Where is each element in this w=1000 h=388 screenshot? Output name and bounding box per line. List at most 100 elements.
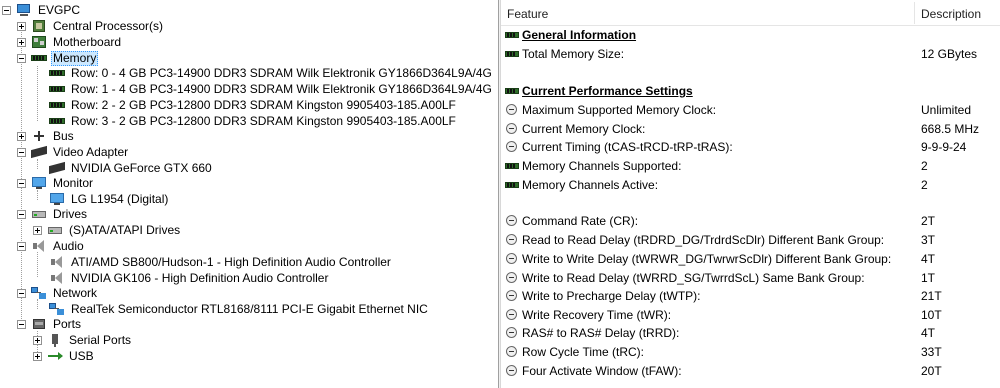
detail-row[interactable]: Four Activate Window (tFAW): 20T [501,362,1000,380]
tree-item-audio-ati[interactable]: ATI/AMD SB800/Hudson-1 - High Definition… [49,254,393,270]
tree-item-monitor[interactable]: Monitor [17,175,95,191]
feature-label: Memory Channels Supported: [522,159,682,173]
device-tree[interactable]: EVGPC Central Processor(s) Motherboard M… [0,0,498,388]
tree-item-drives[interactable]: Drives [17,206,89,222]
detail-row[interactable]: Total Memory Size: 12 GBytes [501,45,1000,63]
section-general-information[interactable]: General Information [501,26,1000,44]
expand-icon[interactable] [17,131,26,141]
tree-root[interactable]: EVGPC [2,2,82,18]
tree-item-label: Audio [53,239,84,253]
feature-value: 3T [921,233,936,247]
speaker-icon [49,271,65,285]
tree-item-ports[interactable]: Ports [17,316,83,332]
feature-value: Unlimited [921,103,972,117]
feature-label: Current Timing (tCAS-tRCD-tRP-tRAS): [522,140,733,154]
tree-item-label: NVIDIA GK106 - High Definition Audio Con… [71,271,329,285]
expand-icon[interactable] [33,335,42,345]
speaker-icon [31,239,47,253]
memory-icon [505,160,519,172]
feature-value: 2 [921,178,928,192]
collapse-icon[interactable] [17,288,26,298]
clock-icon [505,309,519,321]
clock-icon [505,290,519,302]
tree-item-label: LG L1954 (Digital) [71,192,169,206]
tree-item-bus[interactable]: Bus [17,128,76,144]
detail-row[interactable]: Write to Write Delay (tWRWR_DG/TwrwrScDl… [501,250,1000,268]
feature-value: 668.5 MHz [921,122,980,136]
network-adapter-icon [49,302,65,316]
tree-item-label: Central Processor(s) [53,19,164,33]
detail-row[interactable]: RAS# to RAS# Delay (tRRD): 4T [501,324,1000,342]
detail-row[interactable]: Maximum Supported Memory Clock: Unlimite… [501,101,1000,119]
column-divider[interactable] [914,2,915,24]
collapse-icon[interactable] [17,147,26,157]
tree-item-nic[interactable]: RealTek Semiconductor RTL8168/8111 PCI-E… [49,301,430,317]
tree-item-video-adapter[interactable]: Video Adapter [17,144,130,160]
tree-item-serial-ports[interactable]: Serial Ports [33,332,133,348]
clock-icon [505,253,519,265]
feature-label: Row Cycle Time (tRC): [522,345,645,359]
tree-item-memory-row-3[interactable]: Row: 3 - 2 GB PC3-12800 DDR3 SDRAM Kings… [49,113,458,129]
collapse-icon[interactable] [17,209,26,219]
tree-item-label: Row: 1 - 4 GB PC3-14900 DDR3 SDRAM Wilk … [71,82,492,96]
tree-item-memory-row-1[interactable]: Row: 1 - 4 GB PC3-14900 DDR3 SDRAM Wilk … [49,81,494,97]
feature-value: 9-9-9-24 [921,140,967,154]
tree-item-network[interactable]: Network [17,285,99,301]
tree-item-cpu[interactable]: Central Processor(s) [17,18,165,34]
tree-item-audio[interactable]: Audio [17,238,86,254]
memory-icon [31,51,47,65]
detail-row[interactable]: Memory Channels Active: 2 [501,176,1000,194]
tree-item-memory-row-0[interactable]: Row: 0 - 4 GB PC3-14900 DDR3 SDRAM Wilk … [49,65,494,81]
column-header-description[interactable]: Description [921,0,981,26]
expand-icon[interactable] [17,37,26,47]
clock-icon [505,327,519,339]
motherboard-icon [31,35,47,49]
feature-value: 20T [921,364,942,378]
tree-item-memory[interactable]: Memory [17,50,99,66]
detail-row[interactable]: Current Timing (tCAS-tRCD-tRP-tRAS): 9-9… [501,138,1000,156]
network-icon [31,286,47,300]
feature-value: 10T [921,308,942,322]
tree-item-memory-row-2[interactable]: Row: 2 - 2 GB PC3-12800 DDR3 SDRAM Kings… [49,97,458,113]
details-list[interactable]: Feature Description General Information … [501,0,1000,388]
expand-icon[interactable] [33,225,42,235]
collapse-icon[interactable] [17,53,26,63]
detail-row[interactable]: Current Memory Clock: 668.5 MHz [501,120,1000,138]
feature-label: Total Memory Size: [522,47,625,61]
tree-item-audio-nvidia[interactable]: NVIDIA GK106 - High Definition Audio Con… [49,270,330,286]
detail-row[interactable]: Write Recovery Time (tWR): 10T [501,306,1000,324]
tree-item-usb[interactable]: USB [33,348,96,364]
detail-row[interactable]: Command Rate (CR): 2T [501,212,1000,230]
detail-row[interactable]: Write to Precharge Delay (tWTP): 21T [501,287,1000,305]
tree-item-gpu[interactable]: NVIDIA GeForce GTX 660 [49,160,214,176]
collapse-icon[interactable] [2,5,11,15]
memory-icon [505,48,519,60]
tree-connector [37,252,38,277]
collapse-icon[interactable] [17,241,26,251]
feature-value: 1T [921,271,936,285]
feature-label: Write to Precharge Delay (tWTP): [522,289,701,303]
tree-item-label: Drives [53,207,88,221]
clock-icon [505,234,519,246]
feature-label: Four Activate Window (tFAW): [522,364,682,378]
detail-row[interactable]: Row Cycle Time (tRC): 33T [501,343,1000,361]
clock-icon [505,215,519,227]
tree-item-display[interactable]: LG L1954 (Digital) [49,191,170,207]
section-current-performance-settings[interactable]: Current Performance Settings [501,82,1000,100]
monitor-icon [31,176,47,190]
detail-row[interactable]: Memory Channels Supported: 2 [501,157,1000,175]
detail-row[interactable]: Write to Read Delay (tWRRD_SG/TwrrdScL) … [501,269,1000,287]
tree-item-label: (S)ATA/ATAPI Drives [69,223,181,237]
expand-icon[interactable] [33,351,42,361]
drive-icon [31,207,47,221]
tree-item-sata-drives[interactable]: (S)ATA/ATAPI Drives [33,222,182,238]
tree-item-motherboard[interactable]: Motherboard [17,34,123,50]
collapse-icon[interactable] [17,319,26,329]
computer-icon [16,3,32,17]
collapse-icon[interactable] [17,178,26,188]
detail-row[interactable]: Read to Read Delay (tRDRD_DG/TrdrdScDlr)… [501,231,1000,249]
cpu-icon [31,19,47,33]
column-header-feature[interactable]: Feature [507,0,548,26]
expand-icon[interactable] [17,21,26,31]
bus-icon [31,129,47,143]
